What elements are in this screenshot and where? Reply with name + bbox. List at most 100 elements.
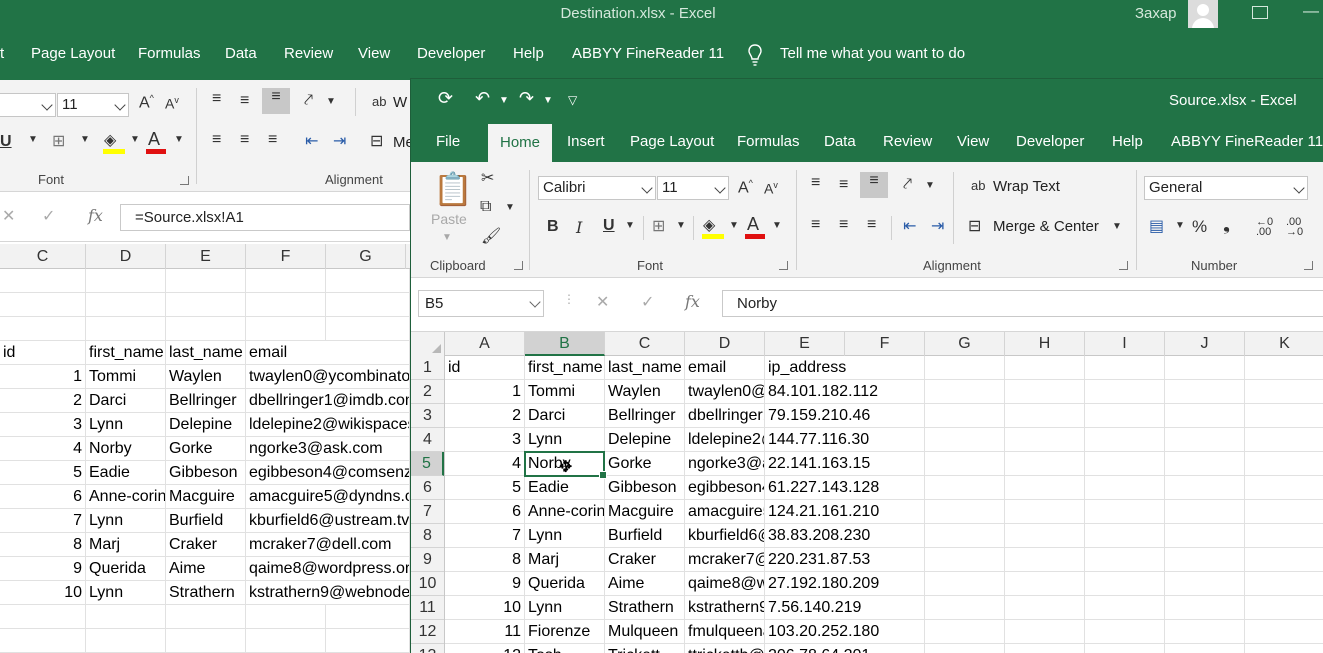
increase-font-icon[interactable]: A^ (738, 178, 753, 197)
table-cell[interactable]: 7.56.140.219 (765, 596, 861, 620)
empty-cell[interactable] (1245, 356, 1323, 380)
table-cell[interactable]: Gibbeson (166, 461, 246, 485)
tab-page-layout[interactable]: Page Layout (630, 133, 714, 150)
empty-cell[interactable] (925, 644, 1005, 653)
row-header[interactable]: 5 (411, 452, 444, 476)
empty-cell[interactable] (1165, 596, 1245, 620)
empty-cell[interactable] (1085, 428, 1165, 452)
table-cell[interactable]: Tommi (525, 380, 605, 404)
empty-cell[interactable] (246, 269, 326, 293)
table-cell[interactable]: Marj (525, 548, 605, 572)
fill-color-icon[interactable]: ◈ (703, 215, 715, 235)
decrease-font-icon[interactable]: Av (165, 95, 179, 112)
tab-home[interactable]: Home (488, 124, 552, 162)
table-cell[interactable]: 79.159.210.46 (765, 404, 870, 428)
autosave-icon[interactable]: ⟳ (438, 88, 453, 109)
table-cell[interactable]: Norby (86, 437, 166, 461)
table-cell[interactable]: Aime (166, 557, 246, 581)
insert-function-icon[interactable]: fx (685, 292, 700, 311)
table-cell[interactable]: 8 (0, 533, 86, 557)
table-cell[interactable]: 103.20.252.180 (765, 620, 879, 644)
tab-help[interactable]: Help (513, 45, 544, 62)
table-cell[interactable]: dbellringer1@imdb.com (246, 389, 410, 413)
row-header[interactable]: 3 (411, 404, 444, 428)
increase-decimal-icon[interactable]: ←0.00 (1256, 217, 1273, 238)
decrease-indent-icon[interactable]: ⇤ (903, 216, 916, 236)
empty-cell[interactable] (1165, 500, 1245, 524)
empty-cell[interactable] (1085, 356, 1165, 380)
redo-icon[interactable]: ↷ (519, 88, 534, 109)
table-cell[interactable]: 4 (445, 452, 525, 476)
number-format-dropdown[interactable]: General (1144, 176, 1308, 200)
empty-cell[interactable] (326, 269, 410, 293)
header-cell[interactable]: id (0, 341, 86, 365)
column-header-i[interactable]: I (1085, 332, 1165, 356)
row-header[interactable]: 12 (411, 620, 444, 644)
align-top-icon[interactable]: ≡ (212, 90, 221, 108)
empty-cell[interactable] (0, 629, 86, 653)
user-name[interactable]: Захар (1135, 5, 1176, 22)
empty-cell[interactable] (1005, 620, 1085, 644)
align-center-icon[interactable]: ≡ (839, 216, 848, 234)
table-cell[interactable]: Macguire (166, 485, 246, 509)
font-color-dropdown-icon[interactable]: ▼ (772, 220, 782, 231)
table-cell[interactable]: Querida (525, 572, 605, 596)
row-header[interactable]: 9 (411, 548, 444, 572)
enter-icon[interactable]: ✓ (641, 292, 654, 312)
table-cell[interactable]: 22.141.163.15 (765, 452, 870, 476)
align-middle-icon[interactable]: ≡ (839, 176, 848, 194)
table-cell[interactable]: Craker (166, 533, 246, 557)
empty-cell[interactable] (86, 629, 166, 653)
borders-dropdown-icon[interactable]: ▼ (676, 220, 686, 231)
decrease-font-icon[interactable]: Av (764, 180, 778, 197)
table-cell[interactable]: Darci (525, 404, 605, 428)
underline-dropdown-icon[interactable]: ▼ (28, 134, 38, 145)
font-color-icon[interactable]: A (747, 214, 759, 235)
align-bottom-icon[interactable]: ≡ (860, 172, 888, 198)
tab-abbyy[interactable]: ABBYY FineReader 11 (572, 45, 724, 62)
column-header-e[interactable]: E (765, 332, 845, 356)
table-cell[interactable]: 5 (0, 461, 86, 485)
header-cell[interactable]: ip_address (765, 356, 846, 380)
empty-cell[interactable] (86, 317, 166, 341)
table-cell[interactable]: 11 (445, 620, 525, 644)
empty-cell[interactable] (1005, 500, 1085, 524)
align-right-icon[interactable]: ≡ (867, 216, 876, 234)
table-cell[interactable]: Eadie (86, 461, 166, 485)
empty-cell[interactable] (1085, 644, 1165, 653)
empty-cell[interactable] (1085, 380, 1165, 404)
alignment-dialog-launcher[interactable] (1119, 261, 1128, 270)
empty-cell[interactable] (166, 293, 246, 317)
ribbon-display-icon[interactable] (1252, 6, 1268, 19)
table-cell[interactable]: 7 (445, 524, 525, 548)
table-cell[interactable]: 3 (0, 413, 86, 437)
empty-cell[interactable] (925, 356, 1005, 380)
row-header[interactable]: 13 (411, 644, 444, 653)
table-cell[interactable]: Bellringer (166, 389, 246, 413)
empty-cell[interactable] (925, 428, 1005, 452)
font-color-icon[interactable]: A (148, 129, 160, 150)
tab-help[interactable]: Help (1112, 133, 1143, 150)
empty-cell[interactable] (1005, 596, 1085, 620)
empty-cell[interactable] (1245, 404, 1323, 428)
empty-cell[interactable] (1165, 644, 1245, 653)
header-cell[interactable]: first_name (86, 341, 166, 365)
tab-abbyy[interactable]: ABBYY FineReader 11 (1171, 133, 1323, 150)
row-header[interactable]: 4 (411, 428, 444, 452)
italic-button[interactable]: I (576, 218, 582, 237)
align-right-icon[interactable]: ≡ (268, 131, 277, 149)
table-cell[interactable]: ngorke3@ask.com (685, 452, 765, 476)
tab-insert[interactable]: Insert (567, 133, 605, 150)
empty-cell[interactable] (0, 317, 86, 341)
comma-style-button[interactable]: ❟ (1223, 214, 1230, 235)
table-cell[interactable]: 144.77.116.30 (765, 428, 869, 452)
table-cell[interactable]: Marj (86, 533, 166, 557)
empty-cell[interactable] (0, 293, 86, 317)
table-cell[interactable]: 2 (445, 404, 525, 428)
empty-cell[interactable] (326, 605, 410, 629)
empty-cell[interactable] (166, 317, 246, 341)
empty-cell[interactable] (1005, 644, 1085, 653)
tab-formulas[interactable]: Formulas (737, 133, 800, 150)
column-header-f[interactable]: F (845, 332, 925, 356)
table-cell[interactable]: 8 (445, 548, 525, 572)
